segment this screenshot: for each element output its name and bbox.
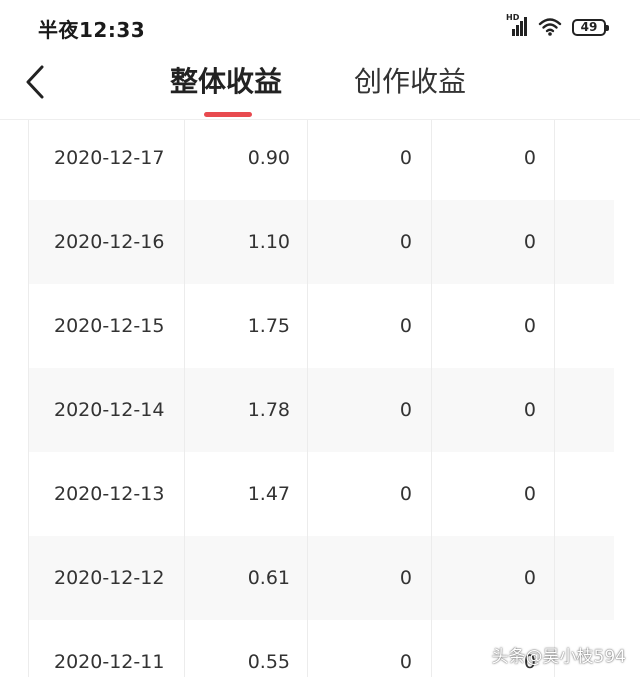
table-row: 2020-12-17 0.90 0 0	[28, 120, 614, 200]
date-cell: 2020-12-16	[54, 231, 165, 253]
column-divider	[307, 120, 308, 677]
active-tab-indicator	[204, 112, 252, 117]
table-row: 2020-12-12 0.61 0 0	[28, 536, 614, 620]
value-cell: 0	[399, 567, 412, 589]
income-cell: 0.61	[247, 567, 290, 589]
status-bar: 半夜12:33 HD 49	[0, 0, 640, 52]
income-cell: 0.55	[247, 651, 290, 673]
value-cell: 0	[399, 483, 412, 505]
column-divider	[554, 120, 555, 677]
value-cell: 0	[523, 315, 536, 337]
status-time: 半夜12:33	[38, 18, 146, 42]
value-cell: 0	[523, 399, 536, 421]
tab-overall-income[interactable]: 整体收益	[170, 64, 282, 100]
table-row: 2020-12-15 1.75 0 0	[28, 284, 614, 368]
signal-icon: HD	[506, 13, 528, 37]
column-divider	[184, 120, 185, 677]
income-table[interactable]: 2020-12-17 0.90 0 0 2020-12-16 1.10 0 0 …	[28, 120, 614, 677]
value-cell: 0	[399, 315, 412, 337]
value-cell: 0	[399, 231, 412, 253]
status-icons: HD 49	[506, 13, 609, 40]
column-divider	[431, 120, 432, 677]
date-cell: 2020-12-15	[54, 315, 165, 337]
date-cell: 2020-12-14	[54, 399, 165, 421]
table-row: 2020-12-14 1.78 0 0	[28, 368, 614, 452]
value-cell: 0	[523, 567, 536, 589]
table-row: 2020-12-16 1.10 0 0	[28, 200, 614, 284]
date-cell: 2020-12-12	[54, 567, 165, 589]
table-row: 2020-12-13 1.47 0 0	[28, 452, 614, 536]
column-divider	[28, 120, 29, 677]
date-cell: 2020-12-11	[54, 651, 165, 673]
watermark: 头条@吴小枝594	[491, 647, 626, 667]
value-cell: 0	[399, 651, 412, 673]
income-cell: 0.90	[247, 147, 290, 169]
income-cell: 1.75	[247, 315, 290, 337]
date-cell: 2020-12-13	[54, 483, 165, 505]
date-cell: 2020-12-17	[54, 147, 165, 169]
income-cell: 1.10	[247, 231, 290, 253]
value-cell: 0	[399, 399, 412, 421]
value-cell: 0	[523, 231, 536, 253]
back-button[interactable]	[18, 62, 54, 102]
value-cell: 0	[523, 147, 536, 169]
battery-icon: 49	[572, 18, 609, 36]
wifi-icon	[538, 17, 562, 37]
value-cell: 0	[399, 147, 412, 169]
chevron-left-icon	[26, 65, 44, 99]
tab-creation-income[interactable]: 创作收益	[354, 64, 466, 100]
income-cell: 1.47	[247, 483, 290, 505]
nav-bar: 整体收益 创作收益	[0, 52, 640, 120]
income-cell: 1.78	[247, 399, 290, 421]
value-cell: 0	[523, 483, 536, 505]
